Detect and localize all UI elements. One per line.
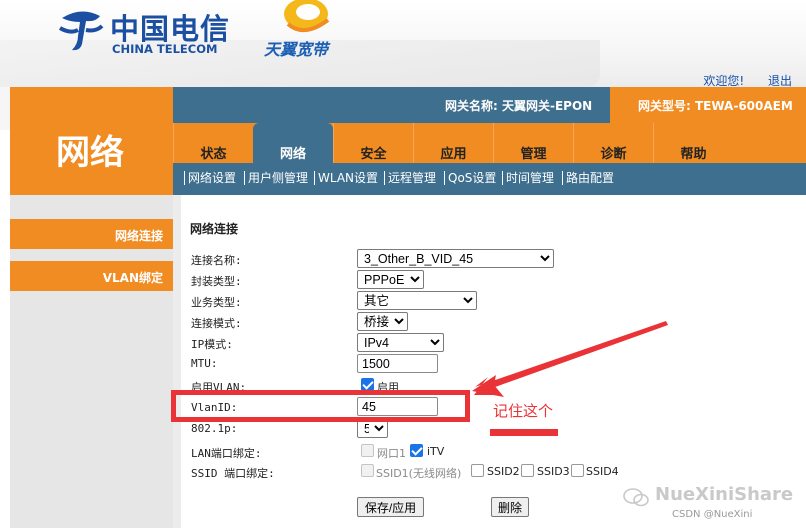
- tab-network[interactable]: 网络: [253, 123, 333, 163]
- ssid4-checkbox[interactable]: [571, 464, 584, 477]
- gateway-name: 网关名称: 天翼网关-EPON: [445, 99, 593, 113]
- left-sidebar: 网络连接 VLAN绑定: [10, 195, 173, 528]
- subnav-wlan-settings[interactable]: WLAN设置: [314, 171, 378, 185]
- china-telecom-logo: 中国电信 CHINA TELECOM: [56, 4, 236, 56]
- annotation-arrow-icon: [472, 321, 668, 397]
- lan-itv-checkbox[interactable]: [410, 444, 423, 457]
- section-title: 网络: [56, 133, 124, 173]
- lan-port1-option: 网口1: [377, 447, 406, 460]
- section-title-panel: 网络: [10, 87, 173, 195]
- p8021-label: 802.1p:: [191, 422, 238, 435]
- tab-management[interactable]: 管理: [493, 123, 573, 163]
- tianyi-swirl-icon: [284, 0, 330, 32]
- watermark-text: NueXiniShare: [655, 484, 794, 505]
- encap-label: 封装类型:: [191, 275, 242, 288]
- ssid1-option: SSID1(无线网络): [376, 467, 462, 480]
- ssid2-checkbox[interactable]: [471, 464, 484, 477]
- sidebar-item-network-connection[interactable]: 网络连接: [10, 219, 173, 249]
- sub-navigation: 网络设置 用户侧管理 WLAN设置 远程管理 QoS设置 时间管理 路由配置: [173, 163, 806, 195]
- header-banner: 中国电信 CHINA TELECOM 天翼宽带 欢迎您! 退出: [0, 0, 806, 130]
- sidebar-item-vlan-binding[interactable]: VLAN绑定: [10, 261, 173, 291]
- logout-link[interactable]: 退出: [768, 74, 792, 88]
- conn-name-label: 连接名称:: [191, 254, 242, 267]
- welcome-link[interactable]: 欢迎您!: [703, 74, 744, 88]
- ip-mode-select[interactable]: IPv4: [357, 333, 444, 352]
- conn-name-select[interactable]: 3_Other_B_VID_45: [357, 249, 554, 268]
- ssid2-option: SSID2: [487, 465, 520, 478]
- lan-itv-option: iTV: [427, 445, 445, 458]
- subnav-time-mgmt[interactable]: 时间管理: [502, 171, 554, 185]
- tab-status[interactable]: 状态: [173, 123, 253, 163]
- ssid4-option: SSID4: [586, 465, 619, 478]
- mtu-label: MTU:: [191, 357, 218, 370]
- subnav-user-side-mgmt[interactable]: 用户侧管理: [244, 171, 308, 185]
- ssid1-checkbox[interactable]: [361, 464, 374, 477]
- subnav-network-settings[interactable]: 网络设置: [184, 171, 236, 185]
- tab-diagnostics[interactable]: 诊断: [573, 123, 653, 163]
- gateway-model: 网关型号: TEWA-600AEM: [638, 99, 793, 113]
- ssid3-option: SSID3: [537, 465, 570, 478]
- china-telecom-mark-icon: [58, 11, 104, 51]
- service-label: 业务类型:: [191, 296, 242, 309]
- content-divider: [173, 195, 181, 528]
- delete-button[interactable]: 删除: [491, 497, 529, 517]
- logo-english: CHINA TELECOM: [112, 42, 218, 56]
- conn-mode-select[interactable]: 桥接: [357, 312, 408, 331]
- wechat-watermark-icon: [623, 488, 649, 507]
- save-apply-button[interactable]: 保存/应用: [357, 497, 424, 517]
- subnav-route-config[interactable]: 路由配置: [562, 171, 614, 185]
- form-title: 网络连接: [190, 222, 239, 236]
- conn-mode-label: 连接模式:: [191, 317, 242, 330]
- gateway-info-bar: 网关名称: 天翼网关-EPON 网关型号: TEWA-600AEM: [173, 87, 806, 123]
- annotation-text: 记住这个: [493, 402, 554, 420]
- lan-port1-checkbox[interactable]: [361, 444, 374, 457]
- ip-mode-label: IP模式:: [191, 338, 233, 351]
- main-tab-bar: 状态 网络 安全 应用 管理 诊断 帮助: [173, 123, 806, 163]
- csdn-watermark: CSDN @NueXini: [672, 509, 753, 520]
- mtu-input[interactable]: [357, 354, 438, 373]
- tab-help[interactable]: 帮助: [653, 123, 733, 163]
- tab-application[interactable]: 应用: [413, 123, 493, 163]
- tianyi-broadband-logo: 天翼宽带: [260, 0, 350, 59]
- subnav-qos-settings[interactable]: QoS设置: [444, 171, 496, 185]
- tab-security[interactable]: 安全: [333, 123, 413, 163]
- ssid3-checkbox[interactable]: [521, 464, 534, 477]
- lan-bind-label: LAN端口绑定:: [191, 447, 262, 460]
- service-type-select[interactable]: 其它: [357, 291, 477, 310]
- ssid-bind-label: SSID 端口绑定:: [191, 467, 275, 480]
- encap-select[interactable]: PPPoE: [357, 270, 424, 289]
- annotation-underline: [490, 429, 558, 436]
- vlan-id-highlight-box: [171, 390, 470, 422]
- subnav-remote-mgmt[interactable]: 远程管理: [384, 171, 436, 185]
- tianyi-text: 天翼宽带: [264, 40, 329, 59]
